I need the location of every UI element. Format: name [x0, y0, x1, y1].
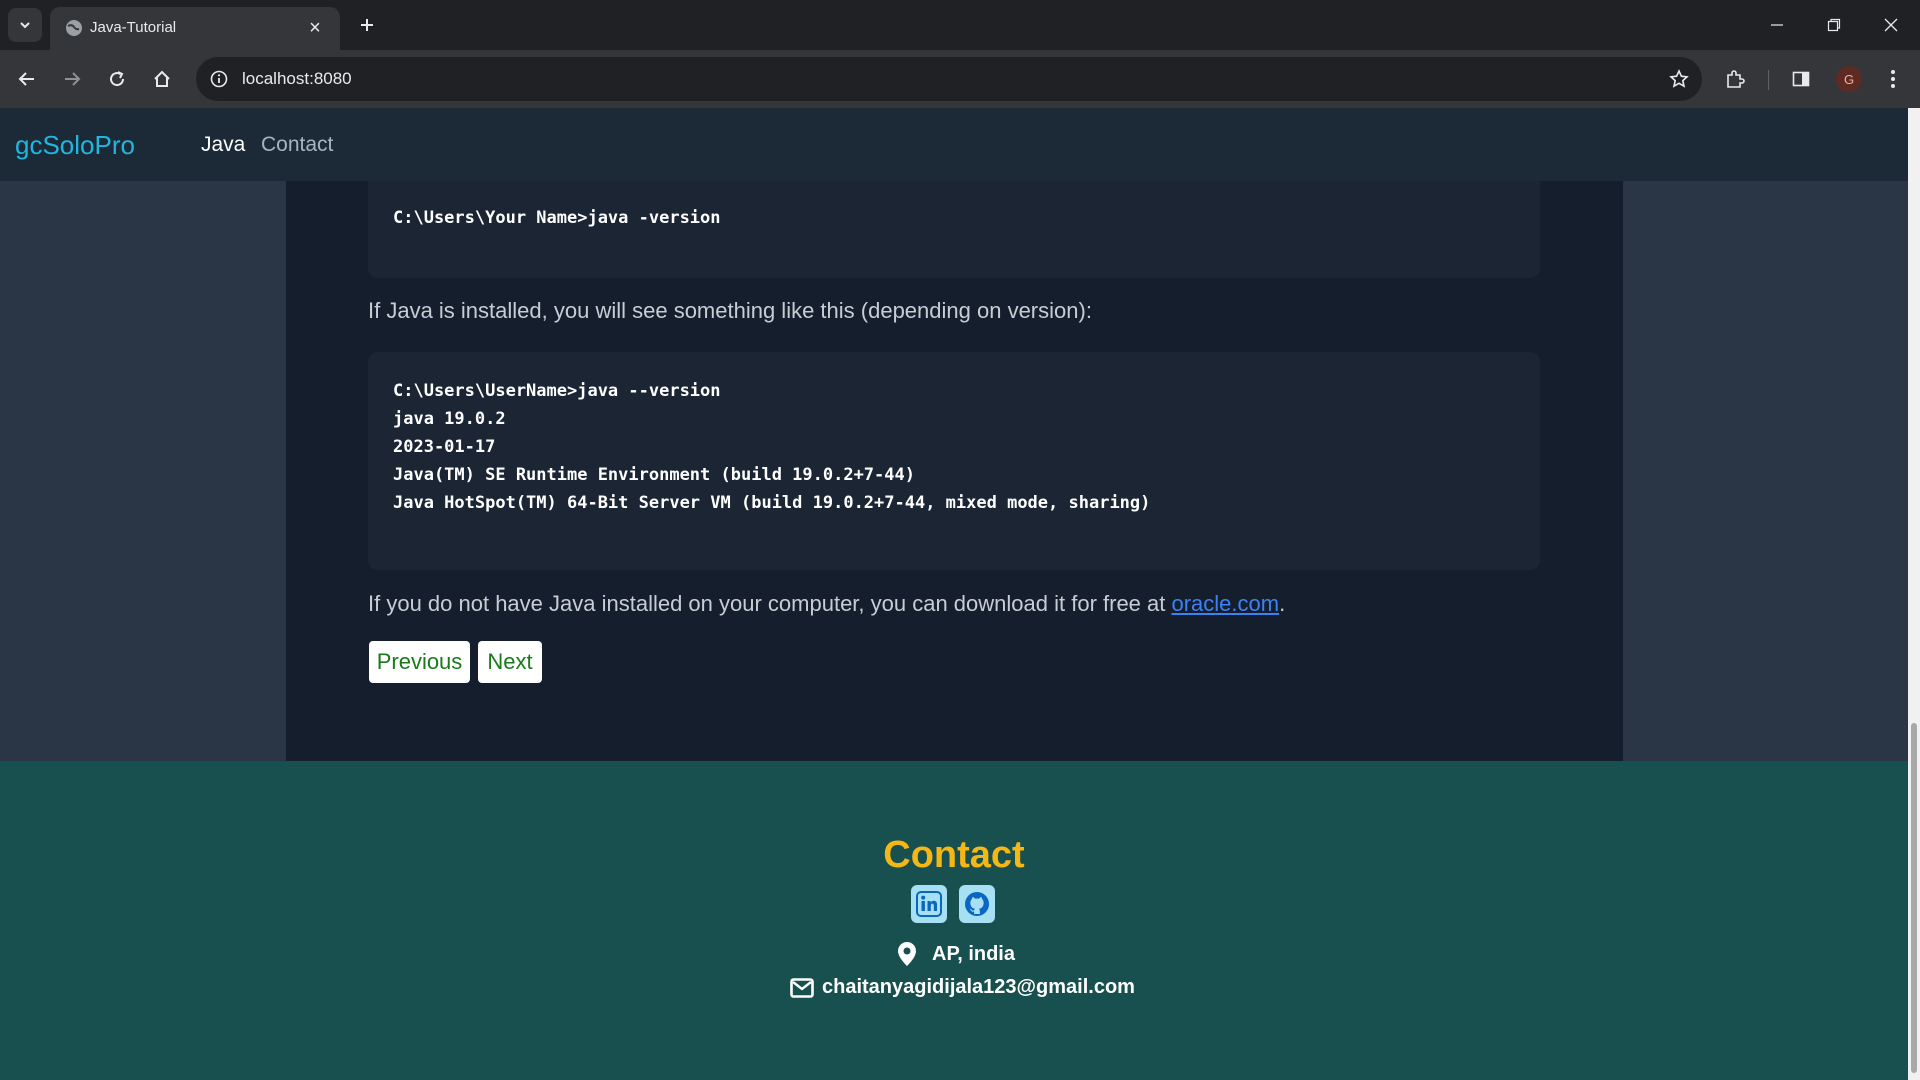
- plus-icon: [361, 19, 373, 31]
- page-viewport: C:\Users\Your Name>java -version If Java…: [0, 108, 1908, 1080]
- code-line: C:\Users\UserName>java --version: [393, 381, 721, 401]
- nav-link-java[interactable]: Java: [201, 133, 245, 157]
- location-row: AP, india: [896, 941, 1015, 967]
- back-icon: [18, 72, 34, 86]
- forward-icon: [65, 72, 81, 86]
- bookmark-star-icon[interactable]: [1666, 66, 1692, 92]
- location-icon: [898, 942, 916, 966]
- minimize-button[interactable]: [1748, 0, 1806, 50]
- contact-footer: Contact AP, india chaitanyagidijala123@g…: [0, 761, 1908, 1080]
- tab-title: Java-Tutorial: [90, 19, 177, 36]
- close-icon: [1884, 18, 1898, 32]
- minimize-icon: [1771, 24, 1783, 26]
- extensions-icon: [1727, 70, 1745, 88]
- code-block-version-output: C:\Users\UserName>java --version java 19…: [368, 352, 1540, 570]
- close-window-button[interactable]: [1862, 0, 1920, 50]
- linkedin-icon: [916, 891, 942, 917]
- info-icon: [210, 70, 228, 88]
- brand-link[interactable]: gcSoloPro: [15, 130, 135, 161]
- star-icon: [1669, 69, 1689, 88]
- address-bar[interactable]: localhost:8080: [196, 57, 1702, 101]
- site-info-icon[interactable]: [206, 66, 232, 92]
- toolbar-separator: [1768, 70, 1769, 90]
- site-navbar: gcSoloPro Java Contact: [0, 108, 1908, 181]
- mail-icon: [790, 977, 814, 998]
- reload-icon: [110, 71, 125, 87]
- paragraph: If Java is installed, you will see somet…: [368, 298, 1092, 323]
- menu-button[interactable]: [1876, 62, 1910, 96]
- globe-icon: [66, 20, 82, 36]
- tab-strip: Java-Tutorial ×: [0, 0, 1920, 50]
- email-row: chaitanyagidijala123@gmail.com: [790, 976, 1135, 999]
- reload-button[interactable]: [100, 62, 134, 96]
- code-line: Java(TM) SE Runtime Environment (build 1…: [393, 465, 915, 485]
- paragraph-period: .: [1279, 591, 1286, 616]
- browser-toolbar: localhost:8080 G: [0, 50, 1920, 108]
- browser-tab[interactable]: Java-Tutorial ×: [50, 7, 340, 50]
- new-tab-button[interactable]: [350, 8, 384, 42]
- article-content: C:\Users\Your Name>java -version If Java…: [286, 161, 1623, 761]
- sidepanel-icon: [1792, 71, 1810, 87]
- previous-button[interactable]: Previous: [369, 641, 470, 683]
- location-text: AP, india: [932, 942, 1015, 965]
- next-button[interactable]: Next: [478, 641, 542, 683]
- restore-button[interactable]: [1805, 0, 1863, 50]
- code-line: Java HotSpot(TM) 64-Bit Server VM (build…: [393, 493, 1151, 513]
- restore-icon: [1827, 18, 1841, 32]
- linkedin-link[interactable]: [911, 885, 947, 923]
- download-paragraph: If you do not have Java installed on you…: [368, 591, 1285, 617]
- github-icon: [965, 892, 989, 916]
- back-button[interactable]: [10, 62, 44, 96]
- github-link[interactable]: [959, 885, 995, 923]
- paragraph-text: If you do not have Java installed on you…: [368, 591, 1172, 616]
- code-line: java 19.0.2: [393, 409, 506, 429]
- contact-heading: Contact: [883, 834, 1025, 876]
- forward-button[interactable]: [55, 62, 89, 96]
- code-line: C:\Users\Your Name>java -version: [393, 208, 721, 228]
- code-line: 2023-01-17: [393, 437, 496, 457]
- oracle-link[interactable]: oracle.com: [1171, 591, 1279, 616]
- scrollbar-thumb[interactable]: [1911, 723, 1917, 1073]
- nav-link-contact[interactable]: Contact: [261, 133, 333, 157]
- page-scrollbar[interactable]: [1908, 108, 1920, 1080]
- url-text[interactable]: localhost:8080: [242, 69, 352, 89]
- chevron-down-icon: [20, 22, 30, 29]
- more-icon: [1891, 70, 1895, 88]
- profile-avatar[interactable]: G: [1836, 66, 1862, 92]
- close-tab-icon[interactable]: ×: [302, 15, 328, 41]
- tab-search-button[interactable]: [8, 8, 42, 42]
- home-button[interactable]: [145, 62, 179, 96]
- side-panel-button[interactable]: [1784, 62, 1818, 96]
- home-icon: [154, 70, 170, 87]
- extensions-button[interactable]: [1718, 62, 1752, 96]
- email-text[interactable]: chaitanyagidijala123@gmail.com: [822, 976, 1135, 999]
